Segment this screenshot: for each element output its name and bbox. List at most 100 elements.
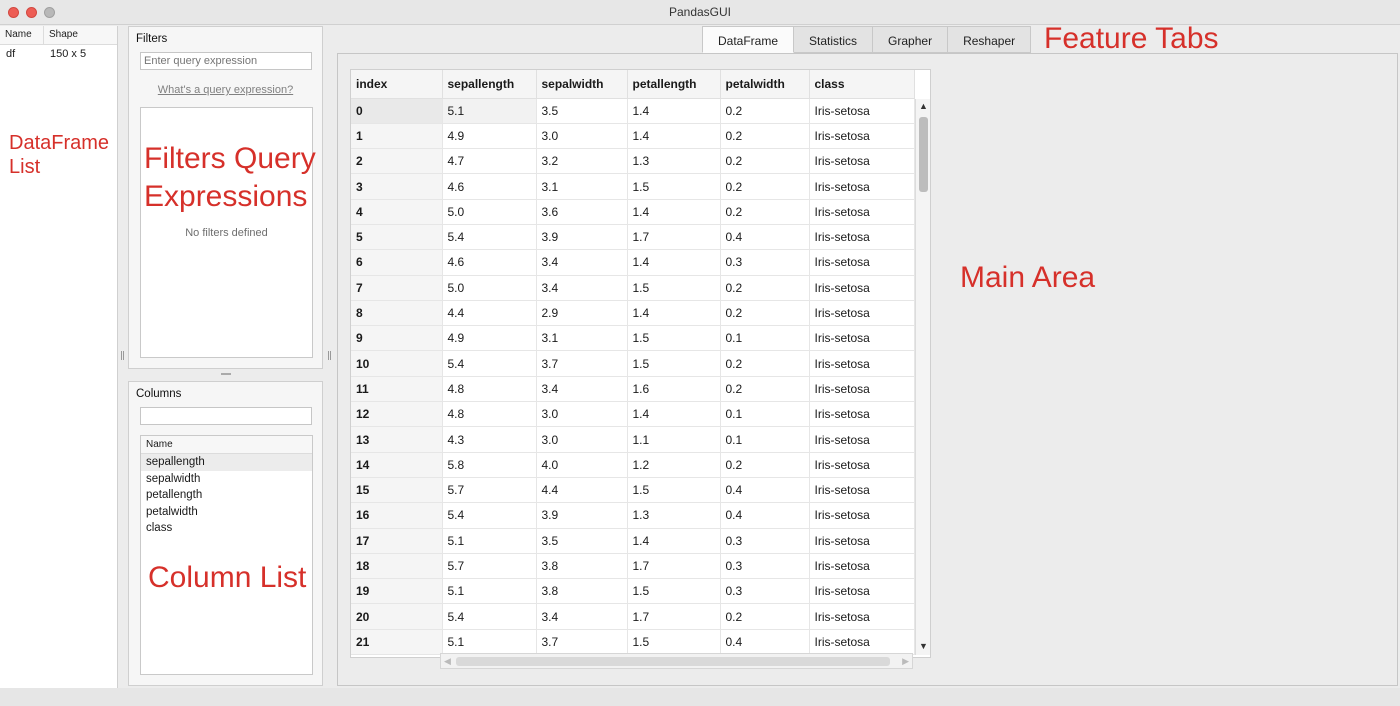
table-cell[interactable]: 0.2 (720, 603, 810, 630)
table-cell[interactable]: 3.8 (536, 578, 628, 605)
table-cell[interactable]: 5.1 (442, 528, 537, 554)
table-cell[interactable]: 0.2 (720, 300, 810, 327)
middle-splitter-handle[interactable] (328, 351, 331, 360)
table-cell[interactable]: 0.2 (720, 148, 810, 175)
table-cell[interactable]: 5.4 (442, 603, 537, 630)
row-index-cell[interactable]: 9 (351, 325, 443, 352)
table-row[interactable]: 6 4.6 3.4 1.4 0.3 Iris-setosa (351, 249, 915, 276)
table-cell[interactable]: 4.7 (442, 148, 537, 175)
table-cell[interactable]: 1.5 (627, 350, 721, 377)
table-cell[interactable]: 1.4 (627, 401, 721, 428)
table-cell[interactable]: Iris-setosa (809, 224, 915, 251)
table-cell[interactable]: Iris-setosa (809, 477, 915, 504)
table-cell[interactable]: 4.6 (442, 249, 537, 276)
table-row[interactable]: 7 5.0 3.4 1.5 0.2 Iris-setosa (351, 275, 915, 301)
table-cell[interactable]: 5.0 (442, 199, 537, 225)
table-cell[interactable]: 3.5 (536, 98, 628, 124)
table-cell[interactable]: 3.5 (536, 528, 628, 554)
table-cell[interactable]: 4.8 (442, 376, 537, 403)
row-index-cell[interactable]: 0 (351, 98, 443, 124)
table-cell[interactable]: Iris-setosa (809, 452, 915, 478)
table-cell[interactable]: 3.2 (536, 148, 628, 175)
table-row[interactable]: 16 5.4 3.9 1.3 0.4 Iris-setosa (351, 502, 915, 529)
table-cell[interactable]: 0.2 (720, 452, 810, 478)
horizontal-scroll-thumb[interactable] (456, 657, 890, 666)
scroll-up-icon[interactable]: ▲ (918, 101, 929, 112)
table-cell[interactable]: 4.4 (442, 300, 537, 327)
query-expression-input[interactable] (140, 52, 312, 70)
table-cell[interactable]: 0.2 (720, 123, 810, 150)
table-cell[interactable]: Iris-setosa (809, 325, 915, 352)
table-cell[interactable]: Iris-setosa (809, 401, 915, 428)
table-cell[interactable]: 1.4 (627, 300, 721, 327)
table-cell[interactable]: Iris-setosa (809, 275, 915, 301)
table-cell[interactable]: 0.3 (720, 528, 810, 554)
table-cell[interactable]: 0.4 (720, 224, 810, 251)
table-cell[interactable]: 0.4 (720, 629, 810, 656)
table-cell[interactable]: 3.1 (536, 325, 628, 352)
table-cell[interactable]: 1.1 (627, 426, 721, 453)
table-row[interactable]: 12 4.8 3.0 1.4 0.1 Iris-setosa (351, 401, 915, 428)
table-row[interactable]: 17 5.1 3.5 1.4 0.3 Iris-setosa (351, 528, 915, 554)
table-cell[interactable]: Iris-setosa (809, 528, 915, 554)
table-cell[interactable]: Iris-setosa (809, 249, 915, 276)
table-cell[interactable]: 1.7 (627, 224, 721, 251)
row-index-cell[interactable]: 3 (351, 173, 443, 200)
table-cell[interactable]: 5.8 (442, 452, 537, 478)
table-cell[interactable]: 1.5 (627, 173, 721, 200)
table-cell[interactable]: 0.3 (720, 553, 810, 580)
table-cell[interactable]: Iris-setosa (809, 350, 915, 377)
table-cell[interactable]: 1.4 (627, 249, 721, 276)
row-index-cell[interactable]: 4 (351, 199, 443, 225)
row-index-cell[interactable]: 1 (351, 123, 443, 150)
column-header-index[interactable]: index (351, 70, 443, 99)
table-cell[interactable]: 1.5 (627, 325, 721, 352)
tab-grapher[interactable]: Grapher (873, 26, 949, 53)
table-row[interactable]: 15 5.7 4.4 1.5 0.4 Iris-setosa (351, 477, 915, 504)
table-cell[interactable]: 0.4 (720, 502, 810, 529)
scroll-down-icon[interactable]: ▼ (918, 641, 929, 652)
table-cell[interactable]: 0.2 (720, 98, 810, 124)
table-cell[interactable]: 0.2 (720, 350, 810, 377)
table-cell[interactable]: Iris-setosa (809, 98, 915, 124)
table-cell[interactable]: 3.6 (536, 199, 628, 225)
row-index-cell[interactable]: 16 (351, 502, 443, 529)
table-cell[interactable]: 0.1 (720, 325, 810, 352)
table-row[interactable]: 13 4.3 3.0 1.1 0.1 Iris-setosa (351, 426, 915, 453)
table-row[interactable]: 5 5.4 3.9 1.7 0.4 Iris-setosa (351, 224, 915, 251)
table-cell[interactable]: 1.5 (627, 578, 721, 605)
table-cell[interactable]: Iris-setosa (809, 578, 915, 605)
row-index-cell[interactable]: 20 (351, 603, 443, 630)
table-cell[interactable]: 5.1 (442, 578, 537, 605)
table-cell[interactable]: Iris-setosa (809, 123, 915, 150)
tab-statistics[interactable]: Statistics (794, 26, 874, 53)
column-header-sepallength[interactable]: sepallength (442, 70, 537, 99)
table-cell[interactable]: 5.4 (442, 224, 537, 251)
table-cell[interactable]: 4.4 (536, 477, 628, 504)
table-cell[interactable]: 4.3 (442, 426, 537, 453)
column-header-sepalwidth[interactable]: sepalwidth (536, 70, 628, 99)
table-row[interactable]: 3 4.6 3.1 1.5 0.2 Iris-setosa (351, 173, 915, 200)
table-row[interactable]: 19 5.1 3.8 1.5 0.3 Iris-setosa (351, 578, 915, 605)
row-index-cell[interactable]: 11 (351, 376, 443, 403)
table-cell[interactable]: 3.7 (536, 350, 628, 377)
column-header-name[interactable]: Name (0, 26, 44, 44)
tab-reshaper[interactable]: Reshaper (948, 26, 1032, 53)
table-cell[interactable]: 0.1 (720, 426, 810, 453)
table-cell[interactable]: 3.7 (536, 629, 628, 656)
row-index-cell[interactable]: 6 (351, 249, 443, 276)
scroll-left-icon[interactable]: ◀ (444, 656, 451, 667)
row-index-cell[interactable]: 18 (351, 553, 443, 580)
left-splitter-handle[interactable] (121, 351, 124, 360)
table-cell[interactable]: 3.9 (536, 224, 628, 251)
table-cell[interactable]: 4.9 (442, 123, 537, 150)
row-index-cell[interactable]: 19 (351, 578, 443, 605)
table-cell[interactable]: 1.7 (627, 603, 721, 630)
table-cell[interactable]: 1.7 (627, 553, 721, 580)
column-header-class[interactable]: class (809, 70, 915, 99)
table-cell[interactable]: 1.4 (627, 123, 721, 150)
row-index-cell[interactable]: 15 (351, 477, 443, 504)
table-row[interactable]: 1 4.9 3.0 1.4 0.2 Iris-setosa (351, 123, 915, 150)
table-row[interactable]: 14 5.8 4.0 1.2 0.2 Iris-setosa (351, 452, 915, 478)
row-index-cell[interactable]: 8 (351, 300, 443, 327)
